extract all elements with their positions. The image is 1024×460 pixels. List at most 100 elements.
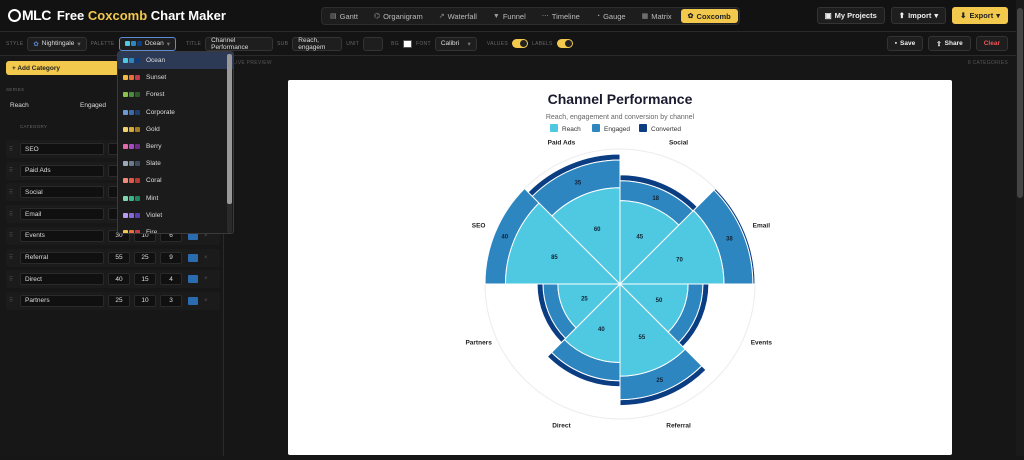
category-name-input[interactable]: Social [20,186,104,199]
engaged-value-input[interactable]: 15 [134,273,156,286]
palette-label: PALETTE [90,40,115,47]
remove-row-icon[interactable]: × [204,276,208,282]
font-label: FONT [416,40,431,47]
category-name-input[interactable]: Referral [20,251,104,264]
tab-gantt[interactable]: ▤ Gantt [323,9,365,23]
category-label: Partners [465,340,492,347]
palette-option-violet[interactable]: Violet [118,207,233,224]
drag-handle-icon[interactable]: ⠿ [6,232,16,239]
import-icon: ⬆ [898,11,906,20]
import-button[interactable]: ⬆ Import ▾ [890,7,947,24]
category-label: Social [669,140,688,147]
palette-option-fire[interactable]: Fire [118,224,233,233]
engaged-value-input[interactable]: 25 [134,251,156,264]
chart-wedges [484,148,756,420]
unit-input[interactable] [363,36,384,51]
category-name-input[interactable]: Email [20,208,104,221]
app-title: Free Coxcomb Chart Maker [56,7,226,23]
category-color-swatch[interactable] [188,296,198,305]
legend-swatch [550,124,558,132]
palette-swatches [123,229,140,233]
remove-row-icon[interactable]: × [204,255,208,261]
tab-timeline[interactable]: ⋯ Timeline [535,9,587,23]
timeline-icon: ⋯ [541,13,549,20]
engaged-value-input[interactable]: 10 [134,294,156,307]
reach-value-label: 45 [636,234,643,240]
legend-label: Engaged [604,126,630,133]
chevron-down-icon: ▾ [934,11,939,20]
font-select[interactable]: Calibri ▾ [434,36,477,51]
dropdown-scrollbar[interactable] [227,54,232,233]
category-color-swatch[interactable] [188,253,198,262]
style-select[interactable]: ✿ Nightingale ▾ [27,36,87,51]
labels-toggle[interactable] [556,39,573,48]
tab-matrix[interactable]: ▦ Matrix [635,9,679,23]
palette-option-coral[interactable]: Coral [118,172,233,189]
series-name-reach[interactable]: Reach [6,98,72,112]
tab-waterfall[interactable]: ↗ Waterfall [432,9,484,23]
page-scrollbar[interactable] [1016,0,1024,456]
palette-option-berry[interactable]: Berry [118,138,233,155]
subtitle-input[interactable]: Reach, engagem [292,36,343,51]
save-button[interactable]: ▪ Save [886,36,924,51]
category-label: SEO [472,222,486,229]
palette-option-gold[interactable]: Gold [118,121,233,138]
converted-value-input[interactable]: 4 [160,273,182,286]
converted-value-input[interactable]: 9 [160,251,182,264]
palette-option-slate[interactable]: Slate [118,155,233,172]
share-icon: ⇪ [936,40,942,48]
legend-swatch [592,124,600,132]
category-name-input[interactable]: Direct [20,273,104,286]
tab-gauge[interactable]: ◔ Gauge [589,9,633,23]
page-scroll-thumb[interactable] [1017,8,1023,198]
reach-value-input[interactable]: 25 [108,294,130,307]
tab-funnel[interactable]: ▼ Funnel [486,9,533,23]
palette-option-corporate[interactable]: Corporate [118,104,233,121]
category-color-swatch[interactable] [188,275,198,284]
drag-handle-icon[interactable]: ⠿ [6,146,16,153]
drag-handle-icon[interactable]: ⠿ [6,189,16,196]
palette-option-mint[interactable]: Mint [118,190,233,207]
reach-value-label: 85 [551,255,558,261]
share-button[interactable]: ⇪ Share [928,36,971,51]
logo-ring-icon [8,8,21,22]
tab-organigram[interactable]: ⌬ Organigram [367,9,430,23]
reach-value-input[interactable]: 55 [108,251,130,264]
bg-color-swatch[interactable] [403,39,412,48]
drag-handle-icon[interactable]: ⠿ [6,211,16,218]
export-button[interactable]: ⬇ Export ▾ [952,7,1008,24]
chevron-down-icon: ▾ [77,40,81,48]
reach-value-input[interactable]: 40 [108,273,130,286]
palette-select[interactable]: Ocean ▾ [118,36,176,51]
drag-handle-icon[interactable]: ⠿ [6,254,16,261]
category-name-input[interactable]: Events [20,229,104,242]
category-name-input[interactable]: SEO [20,143,104,155]
chart-type-tabs: ▤ Gantt ⌬ Organigram ↗ Waterfall ▼ Funnel ⋯ Timel… [321,7,740,25]
palette-option-ocean[interactable]: Ocean [118,52,233,70]
app-logo[interactable]: MLC Free Coxcomb Chart Maker [8,7,226,23]
labels-label: LABELS [531,40,553,47]
reach-value-label: 70 [676,257,683,263]
drag-handle-icon[interactable]: ⠿ [6,167,16,174]
values-toggle[interactable] [511,39,528,48]
tab-coxcomb[interactable]: ✿ Coxcomb [680,9,738,23]
coxcomb-chart: Channel Performance Reach, engagement an… [465,91,773,429]
converted-value-input[interactable]: 3 [160,294,182,307]
palette-option-forest[interactable]: Forest [118,86,233,103]
title-input[interactable]: Channel Performance [205,36,274,51]
my-projects-button[interactable]: ▣ My Projects [816,7,885,24]
category-name-input[interactable]: Partners [20,294,104,307]
drag-handle-icon[interactable]: ⠿ [6,297,16,304]
palette-option-sunset[interactable]: Sunset [118,69,233,86]
chevron-down-icon: ▾ [467,40,471,48]
category-name-input[interactable]: Paid Ads [20,164,104,177]
category-label: Events [751,340,773,347]
palette-swatches [123,212,140,218]
values-label: VALUES [486,40,508,47]
mlc-logo: MLC [8,7,51,23]
add-category-button[interactable]: + Add Category [6,61,119,75]
clear-button[interactable]: Clear [975,36,1008,51]
remove-row-icon[interactable]: × [204,298,208,304]
series-label: SERIES [6,87,25,92]
drag-handle-icon[interactable]: ⠿ [6,276,16,283]
